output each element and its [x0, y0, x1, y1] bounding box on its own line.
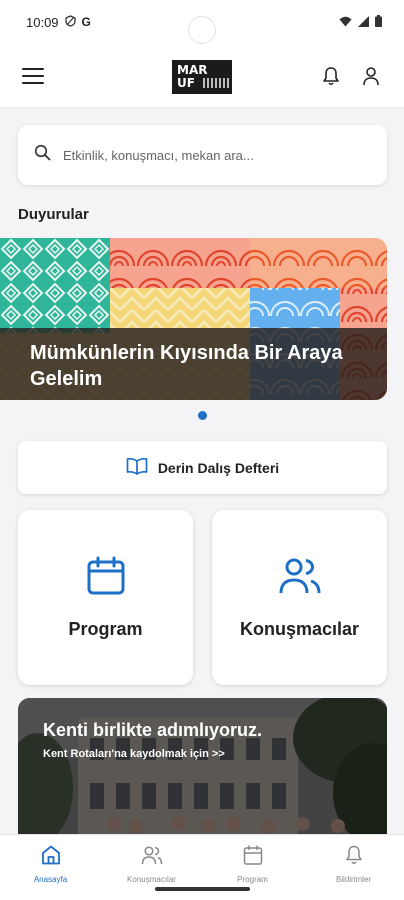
battery-icon [375, 14, 382, 30]
wifi-icon [339, 15, 352, 30]
bell-icon [343, 844, 365, 871]
app-header: MAR UF [0, 44, 404, 108]
banner-text: Mümkünlerin Kıyısında Bir Araya Gelelim [30, 342, 343, 390]
search-input[interactable] [63, 147, 371, 163]
home-icon [40, 844, 62, 871]
status-time: 10:09 [26, 14, 59, 30]
shield-icon [64, 14, 76, 30]
announcement-banner[interactable]: Mümkünlerin Kıyısında Bir Araya Gelelim [0, 238, 387, 400]
nav-speakers-label: Konuşmacılar [127, 875, 176, 884]
speakers-tile[interactable]: Konuşmacılar [212, 510, 387, 685]
users-icon [279, 556, 321, 601]
search-icon [34, 144, 51, 166]
book-open-icon [126, 457, 148, 478]
deep-dive-button[interactable]: Derin Dalış Defteri [18, 441, 387, 494]
nav-notifications-label: Bildirimler [335, 875, 372, 884]
app-screen: 10:09 G MAR UF Etkinlik, konuşmacı, meka… [0, 0, 404, 900]
carousel-dot-active[interactable] [198, 411, 207, 420]
calendar-icon [86, 556, 126, 601]
deep-dive-label: Derin Dalış Defteri [157, 459, 280, 476]
banner-caption: Mümkünlerin Kıyısında Bir Araya Gelelim [0, 328, 387, 400]
logo[interactable]: MAR UF [172, 60, 232, 94]
city-routes-card[interactable]: Kenti birlikte adımlıyoruz. Kent Rotalar… [18, 698, 387, 838]
search-bar[interactable] [18, 125, 387, 185]
program-tile-label: Program [68, 618, 143, 639]
signal-icon [358, 15, 369, 30]
speakers-tile-label: Konuşmacılar [239, 618, 360, 639]
nav-notifications[interactable]: Bildirimler [303, 835, 404, 900]
nav-program-label: Program [237, 875, 268, 884]
bell-icon[interactable] [320, 65, 342, 87]
city-routes-title: Kenti birlikte adımlıyoruz. [43, 720, 263, 740]
users-icon [141, 844, 163, 871]
menu-icon[interactable] [22, 67, 44, 84]
announcements-title: Duyurular [18, 206, 89, 223]
city-routes-photo [18, 698, 387, 838]
program-tile[interactable]: Program [18, 510, 193, 685]
home-indicator[interactable] [155, 887, 250, 891]
nav-home[interactable]: Anasayfa [0, 835, 101, 900]
google-icon: G [81, 15, 91, 29]
city-routes-link[interactable]: Kent Rotaları'na kaydolmak için >> [43, 748, 225, 760]
status-bar: 10:09 G [0, 0, 404, 44]
nav-home-label: Anasayfa [33, 875, 68, 884]
calendar-icon [242, 844, 264, 871]
camera-cutout [188, 16, 216, 44]
user-icon[interactable] [360, 65, 382, 87]
